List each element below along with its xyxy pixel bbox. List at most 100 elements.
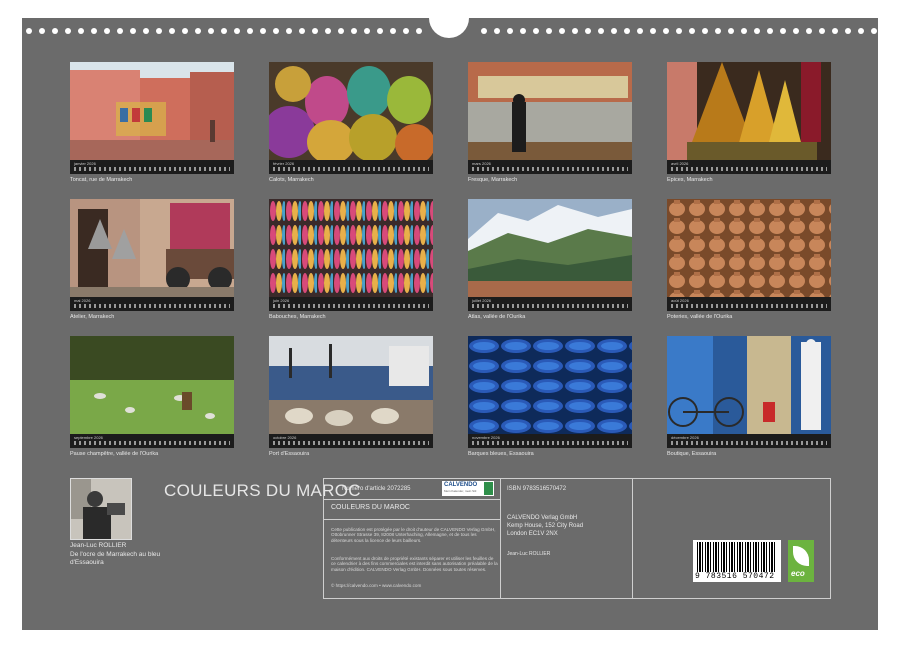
calvendo-logo: CALVENDO Mein Kalender, mein Stil xyxy=(442,481,494,496)
date-strip: avril 2026 xyxy=(667,160,831,174)
date-strip: décembre 2026 xyxy=(667,434,831,448)
copyright-notice: Cette publication est protégée par le dr… xyxy=(331,527,499,543)
binding-hole xyxy=(858,28,864,34)
day-grid xyxy=(74,441,230,445)
month-name: décembre 2026 xyxy=(671,435,699,440)
binding-hole xyxy=(624,28,630,34)
photo-caption: Fresque, Marrakech xyxy=(468,177,517,183)
binding-hole xyxy=(611,28,617,34)
isbn-barcode: 9 783516 570472 xyxy=(693,540,781,582)
binding-hole xyxy=(780,28,786,34)
month-tile-october: octobre 2026 Port d'Essaouira xyxy=(269,336,433,448)
month-tile-june: juin 2026 Babouches, Marrakech xyxy=(269,199,433,311)
binding-hole xyxy=(819,28,825,34)
month-name: août 2026 xyxy=(671,298,689,303)
date-strip: novembre 2026 xyxy=(468,434,632,448)
day-grid xyxy=(273,304,429,308)
binding-hole xyxy=(663,28,669,34)
leaf-icon xyxy=(793,546,809,566)
website-line: © https://calvendo.com • www.calvendo.co… xyxy=(331,583,499,588)
binding-hole xyxy=(507,28,513,34)
author-description: De l'ocre de Marrakech au bleu d'Essaoui… xyxy=(70,551,165,567)
month-photo xyxy=(468,62,632,160)
publisher-line-2: Kemp House, 152 City Road xyxy=(507,523,583,529)
binding-hole xyxy=(52,28,58,34)
binding-hole xyxy=(91,28,97,34)
month-photo xyxy=(667,62,831,160)
day-grid xyxy=(74,167,230,171)
month-name: mai 2026 xyxy=(74,298,90,303)
binding-hole xyxy=(65,28,71,34)
binding-hole xyxy=(364,28,370,34)
month-name: avril 2026 xyxy=(671,161,688,166)
month-tile-april: avril 2026 Epices, Marrakech xyxy=(667,62,831,174)
day-grid xyxy=(472,304,628,308)
date-strip: janvier 2026 xyxy=(70,160,234,174)
month-tile-march: mars 2026 Fresque, Marrakech xyxy=(468,62,632,174)
binding-hole xyxy=(689,28,695,34)
divider xyxy=(324,519,500,520)
isbn: ISBN 9783516570472 xyxy=(507,486,566,492)
month-photo xyxy=(468,199,632,297)
rights-notice: Conformément aux droits de propriété exi… xyxy=(331,556,499,572)
binding-hole xyxy=(195,28,201,34)
photo-caption: Atlas, vallée de l'Ourika xyxy=(468,314,525,320)
binding-hole xyxy=(221,28,227,34)
binding-hole xyxy=(546,28,552,34)
barcode-number: 9 783516 570472 xyxy=(695,572,781,581)
binding-hole xyxy=(832,28,838,34)
binding-hole xyxy=(182,28,188,34)
month-tile-september: septembre 2026 Pause champêtre, vallée d… xyxy=(70,336,234,448)
binding-hole xyxy=(871,28,877,34)
binding-hole xyxy=(208,28,214,34)
month-photo xyxy=(70,199,234,297)
binding-hole xyxy=(728,28,734,34)
binding-hole xyxy=(572,28,578,34)
date-strip: septembre 2026 xyxy=(70,434,234,448)
month-tile-august: août 2026 Poteries, vallée de l'Ourika xyxy=(667,199,831,311)
day-grid xyxy=(472,441,628,445)
binding-hole xyxy=(156,28,162,34)
month-name: juin 2026 xyxy=(273,298,289,303)
binding-hole xyxy=(78,28,84,34)
month-photo xyxy=(70,336,234,434)
binding-hole xyxy=(559,28,565,34)
month-name: octobre 2026 xyxy=(273,435,296,440)
binding-hole xyxy=(143,28,149,34)
binding-hole xyxy=(104,28,110,34)
binding-hole xyxy=(767,28,773,34)
binding-hole xyxy=(403,28,409,34)
photo-caption: Calots, Marrakech xyxy=(269,177,314,183)
photo-caption: Toncat, rue de Marrakech xyxy=(70,177,132,183)
binding-hole xyxy=(351,28,357,34)
binding-hole xyxy=(286,28,292,34)
day-grid xyxy=(671,167,827,171)
divider xyxy=(324,499,500,500)
month-photo xyxy=(667,199,831,297)
photo-caption: Pause champêtre, vallée de l'Ourika xyxy=(70,451,158,457)
month-tile-may: mai 2026 Atelier, Marrakech xyxy=(70,199,234,311)
photo-caption: Poteries, vallée de l'Ourika xyxy=(667,314,732,320)
binding-hole xyxy=(312,28,318,34)
binding-hole xyxy=(754,28,760,34)
divider xyxy=(632,479,633,598)
imprint-author: Jean-Luc ROLLIER xyxy=(507,551,550,557)
article-number: Numéro d'article 2072285 xyxy=(342,486,411,492)
day-grid xyxy=(74,304,230,308)
month-name: janvier 2026 xyxy=(74,161,96,166)
month-tile-december: décembre 2026 Boutique, Essaouira xyxy=(667,336,831,448)
day-grid xyxy=(273,167,429,171)
month-tile-february: février 2026 Calots, Marrakech xyxy=(269,62,433,174)
author-name: Jean-Luc ROLLIER xyxy=(70,542,126,549)
binding-hole xyxy=(416,28,422,34)
binding-hole xyxy=(338,28,344,34)
photo-caption: Boutique, Essaouira xyxy=(667,451,716,457)
photo-caption: Babouches, Marrakech xyxy=(269,314,326,320)
calvendo-slogan: Mein Kalender, mein Stil xyxy=(444,489,476,493)
binding-hole xyxy=(585,28,591,34)
month-photo xyxy=(269,336,433,434)
photo-caption: Atelier, Marrakech xyxy=(70,314,114,320)
publisher-line-3: London EC1V 2NX xyxy=(507,531,558,537)
month-photo xyxy=(667,336,831,434)
binding-hole xyxy=(637,28,643,34)
